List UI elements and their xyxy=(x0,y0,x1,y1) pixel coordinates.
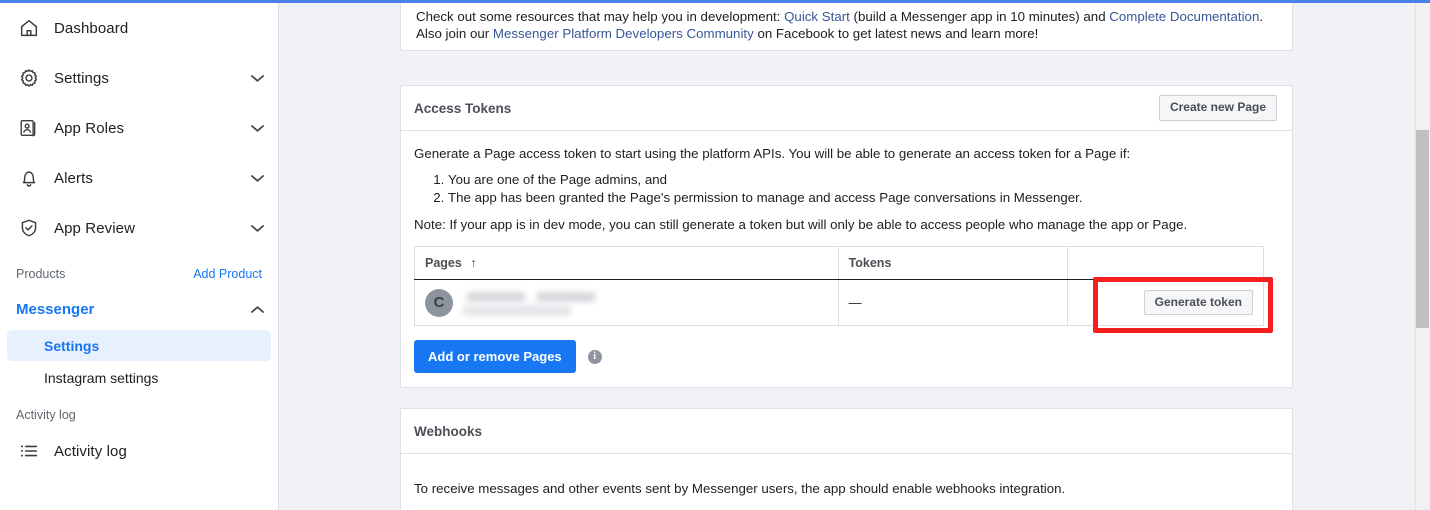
column-header-tokens: Tokens xyxy=(838,246,1069,280)
table-header-row: Pages ↑ Tokens xyxy=(414,246,1264,280)
table-row: C — Generate token xyxy=(414,279,1264,326)
sidebar-item-activity-log[interactable]: Activity log xyxy=(0,429,278,473)
sidebar-item-instagram-settings[interactable]: Instagram settings xyxy=(7,362,271,393)
access-tokens-requirements: You are one of the Page admins, and The … xyxy=(414,171,1279,207)
webhooks-description: To receive messages and other events sen… xyxy=(414,481,1066,496)
access-tokens-body: Generate a Page access token to start us… xyxy=(401,131,1292,387)
page-name-redacted xyxy=(461,290,621,316)
activity-log-section-label: Activity log xyxy=(16,408,76,422)
vertical-scrollbar-track[interactable] xyxy=(1415,3,1430,510)
quick-start-link[interactable]: Quick Start xyxy=(784,9,850,24)
access-tokens-card: Access Tokens Create new Page Generate a… xyxy=(400,85,1293,388)
redaction-block xyxy=(467,291,525,302)
token-value: — xyxy=(848,295,862,310)
resources-line1-prefix: Check out some resources that may help y… xyxy=(416,9,785,24)
sidebar: Dashboard Settings App Roles Alerts App … xyxy=(0,3,279,510)
resources-card: Check out some resources that may help y… xyxy=(400,3,1293,51)
sidebar-product-messenger[interactable]: Messenger xyxy=(0,289,278,329)
create-new-page-button[interactable]: Create new Page xyxy=(1158,95,1277,121)
chevron-down-icon xyxy=(251,174,264,183)
bell-icon xyxy=(16,165,42,191)
products-section-header: Products Add Product xyxy=(0,259,278,289)
table-header: Pages ↑ Tokens xyxy=(414,246,1264,280)
chevron-down-icon xyxy=(251,124,264,133)
generate-token-button[interactable]: Generate token xyxy=(1143,289,1253,316)
column-header-actions xyxy=(1067,246,1264,280)
requirement-item: The app has been granted the Page's perm… xyxy=(448,189,1279,207)
access-tokens-title: Access Tokens xyxy=(414,100,512,116)
requirement-item: You are one of the Page admins, and xyxy=(448,171,1279,189)
webhooks-header: Webhooks xyxy=(401,409,1292,454)
info-icon[interactable]: i xyxy=(587,349,602,364)
chevron-down-icon xyxy=(251,224,264,233)
sidebar-item-dashboard[interactable]: Dashboard xyxy=(0,3,278,53)
webhooks-card: Webhooks To receive messages and other e… xyxy=(400,408,1293,510)
sidebar-item-alerts[interactable]: Alerts xyxy=(0,153,278,203)
list-icon xyxy=(16,438,42,464)
chevron-up-icon xyxy=(251,305,264,314)
sidebar-item-label: Settings xyxy=(54,69,109,87)
sidebar-item-settings[interactable]: Settings xyxy=(0,53,278,103)
page-identity: C xyxy=(425,288,828,317)
sidebar-item-app-roles[interactable]: App Roles xyxy=(0,103,278,153)
redaction-block xyxy=(463,304,571,316)
cell-action: Generate token xyxy=(1068,280,1264,326)
main-content: Check out some resources that may help y… xyxy=(280,3,1410,510)
column-header-pages-label: Pages xyxy=(425,256,462,270)
pages-tokens-table: Pages ↑ Tokens C — Generate token xyxy=(414,246,1264,326)
sub-item-label: Instagram settings xyxy=(44,369,159,386)
developers-community-link[interactable]: Messenger Platform Developers Community xyxy=(493,26,754,41)
pages-actions-row: Add or remove Pages i xyxy=(414,340,1279,373)
chevron-down-icon xyxy=(251,74,264,83)
access-tokens-intro: Generate a Page access token to start us… xyxy=(414,146,1131,161)
resources-line2-prefix: Also join our xyxy=(416,26,493,41)
resources-line2-suffix: on Facebook to get latest news and learn… xyxy=(753,26,1039,41)
resources-line1-middle: (build a Messenger app in 10 minutes) an… xyxy=(849,9,1110,24)
shield-check-icon xyxy=(16,215,42,241)
cell-page: C xyxy=(414,279,839,326)
add-product-link[interactable]: Add Product xyxy=(193,267,262,281)
avatar: C xyxy=(425,288,453,317)
vertical-scrollbar-thumb[interactable] xyxy=(1416,130,1429,328)
resources-paragraph: Check out some resources that may help y… xyxy=(416,8,1277,42)
resources-line1-suffix: . xyxy=(1259,9,1264,24)
sidebar-item-label: App Roles xyxy=(54,119,125,137)
access-tokens-note: Note: If your app is in dev mode, you ca… xyxy=(414,217,1188,232)
sort-ascending-icon: ↑ xyxy=(470,256,477,270)
sidebar-item-label: Activity log xyxy=(54,442,127,460)
sidebar-item-app-review[interactable]: App Review xyxy=(0,203,278,253)
add-or-remove-pages-button[interactable]: Add or remove Pages xyxy=(414,340,576,373)
product-label: Messenger xyxy=(16,300,95,318)
products-label: Products xyxy=(16,267,66,281)
table-body: C — Generate token xyxy=(414,279,1264,326)
webhooks-body: To receive messages and other events sen… xyxy=(401,454,1292,510)
column-header-tokens-label: Tokens xyxy=(848,256,892,270)
webhooks-title: Webhooks xyxy=(414,423,483,439)
sidebar-item-label: Alerts xyxy=(54,169,93,187)
complete-documentation-link[interactable]: Complete Documentation xyxy=(1109,9,1259,24)
home-icon xyxy=(16,15,42,41)
sidebar-item-messenger-settings[interactable]: Settings xyxy=(7,330,271,361)
redaction-block xyxy=(537,291,595,302)
sub-item-label: Settings xyxy=(44,337,100,354)
access-tokens-header: Access Tokens Create new Page xyxy=(401,86,1292,131)
app-roles-icon xyxy=(16,115,42,141)
app-root: Dashboard Settings App Roles Alerts App … xyxy=(0,0,1430,510)
column-header-pages[interactable]: Pages ↑ xyxy=(414,246,839,280)
cell-token: — xyxy=(838,279,1069,326)
sidebar-item-label: App Review xyxy=(54,219,136,237)
gear-icon xyxy=(16,65,42,91)
sidebar-item-label: Dashboard xyxy=(54,19,129,37)
